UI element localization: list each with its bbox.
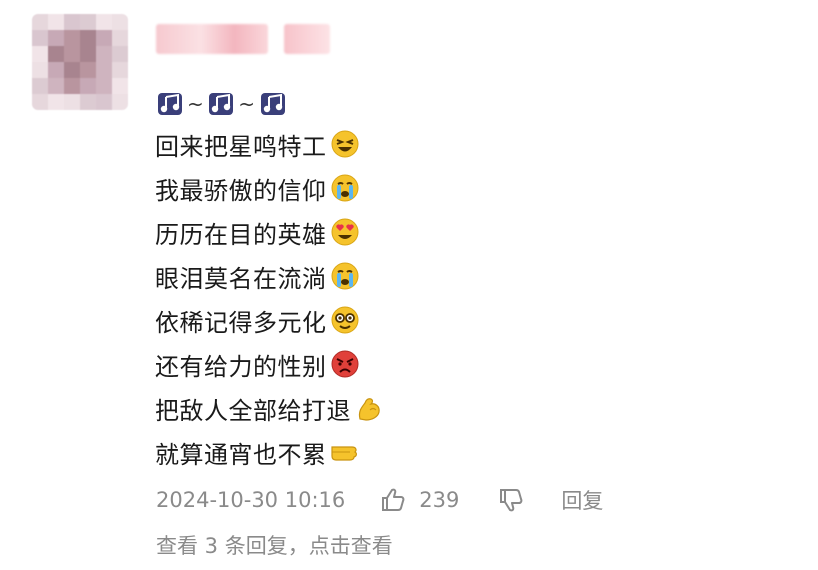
comment-meta: 2024-10-30 10:16 239 回复 <box>156 484 603 516</box>
comment-line-text: 把敌人全部给打退 <box>155 396 351 425</box>
comment-line-text: 眼泪莫名在流淌 <box>155 264 327 293</box>
flexed-biceps-emoji <box>354 393 384 423</box>
comment-line: 就算通宵也不累 <box>155 430 384 474</box>
heart-eyes-emoji <box>330 217 360 247</box>
fist-emoji <box>330 437 360 467</box>
comment-line-music: ~ ~ <box>155 86 384 122</box>
music-notes-icon <box>206 89 236 119</box>
username[interactable] <box>156 24 330 54</box>
view-replies-link[interactable]: 查看 3 条回复，点击查看 <box>156 530 393 560</box>
comment-line-text: 依稀记得多元化 <box>155 308 327 337</box>
reply-button[interactable]: 回复 <box>561 485 603 515</box>
music-notes-icon <box>258 89 288 119</box>
angry-face-emoji <box>330 349 360 379</box>
comment-line: 把敌人全部给打退 <box>155 386 384 430</box>
comment-line: 我最骄傲的信仰 <box>155 166 384 210</box>
comment-line: 依稀记得多元化 <box>155 298 384 342</box>
loudly-crying-emoji <box>330 261 360 291</box>
comment-line: 回来把星鸣特工 <box>155 122 384 166</box>
comment-line-text: 回来把星鸣特工 <box>155 132 327 161</box>
thumbs-down-icon <box>500 489 523 512</box>
like-count: 239 <box>419 488 460 512</box>
nerd-emoji <box>330 305 360 335</box>
comment-line-text: 历历在目的英雄 <box>155 220 327 249</box>
comment-line: 历历在目的英雄 <box>155 210 384 254</box>
tilde-separator: ~ <box>187 92 205 116</box>
thumbs-up-icon <box>382 488 405 511</box>
avatar[interactable] <box>32 14 128 110</box>
comment-line: 还有给力的性别 <box>155 342 384 386</box>
username-blurred <box>156 24 268 54</box>
tilde-separator: ~ <box>238 92 256 116</box>
username-badge-blurred <box>284 24 330 54</box>
comment-line-text: 还有给力的性别 <box>155 352 327 381</box>
like-button[interactable]: 239 <box>379 486 459 514</box>
comment-line-text: 我最骄傲的信仰 <box>155 176 327 205</box>
comment-line-text: 就算通宵也不累 <box>155 440 327 469</box>
loudly-crying-emoji <box>330 173 360 203</box>
laughing-crying-emoji <box>330 129 360 159</box>
timestamp: 2024-10-30 10:16 <box>156 488 346 512</box>
dislike-button[interactable] <box>497 486 525 514</box>
comment-body: ~ ~ 回来把星鸣特工 我最骄傲的信仰 历历在目的英雄 眼泪莫名在流淌 依稀记得… <box>155 86 384 474</box>
comment-line: 眼泪莫名在流淌 <box>155 254 384 298</box>
music-notes-icon <box>155 89 185 119</box>
